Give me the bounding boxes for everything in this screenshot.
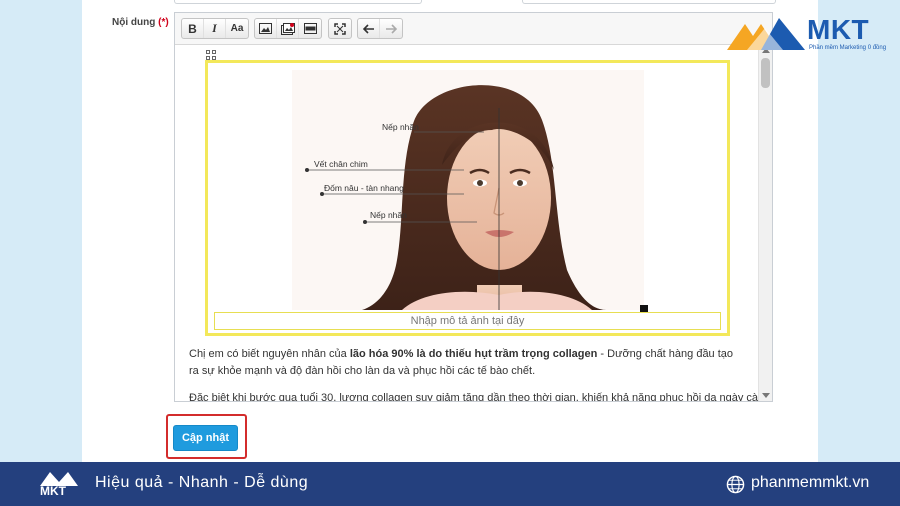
footer-banner: MKT Hiệu quả - Nhanh - Dễ dùng phanmemmk… xyxy=(0,462,900,506)
image-gallery-icon xyxy=(280,22,295,35)
mkt-logo: MKT Phần mềm Marketing 0 đồng xyxy=(725,14,890,54)
content-label-text: Nội dung xyxy=(112,17,156,28)
redo-icon xyxy=(386,23,397,34)
insert-gallery-button[interactable] xyxy=(277,19,299,38)
face-diagram-image[interactable]: Nếp nhăn Vết chân chim Đốm nâu - tàn nha… xyxy=(292,70,644,310)
fullscreen-button[interactable] xyxy=(329,19,351,38)
globe-icon xyxy=(726,475,745,494)
layout-icon xyxy=(303,23,317,34)
image-figure[interactable]: Nếp nhăn Vết chân chim Đốm nâu - tàn nha… xyxy=(205,60,730,336)
scroll-thumb[interactable] xyxy=(761,58,770,88)
footer-slogan: Hiệu quả - Nhanh - Dễ dùng xyxy=(95,474,309,491)
content-field-label: Nội dung (*) xyxy=(112,17,169,28)
insert-layout-button[interactable] xyxy=(299,19,321,38)
page-background-left xyxy=(0,0,82,462)
update-button[interactable]: Cập nhật xyxy=(173,425,238,451)
insert-image-button[interactable] xyxy=(255,19,277,38)
content-paragraph-2: Đặc biệt khi bước qua tuổi 30, lượng col… xyxy=(189,392,759,401)
face-illustration: Nếp nhăn Vết chân chim Đốm nâu - tàn nha… xyxy=(305,85,607,310)
editor-scrollbar[interactable] xyxy=(758,46,772,401)
label-crows-feet: Vết chân chim xyxy=(314,159,368,169)
scroll-down-arrow-icon[interactable] xyxy=(762,393,770,398)
fullscreen-icon xyxy=(334,22,346,35)
insert-button-group xyxy=(254,18,322,39)
mkt-logo-mark-icon xyxy=(727,18,805,50)
undo-icon xyxy=(362,23,374,34)
redo-button[interactable] xyxy=(380,19,402,38)
undo-button[interactable] xyxy=(358,19,380,38)
rich-text-editor[interactable]: B I Aa Nếp nhăn Vết chân chim Đốm nâu - … xyxy=(174,12,773,402)
logo-text: MKT xyxy=(807,14,870,45)
label-wrinkle-top: Nếp nhăn xyxy=(382,122,419,132)
page-background-right xyxy=(818,0,900,462)
logo-tagline: Phần mềm Marketing 0 đồng xyxy=(809,45,887,51)
history-button-group xyxy=(357,18,403,39)
content-paragraph-1: Chị em có biết nguyên nhân của lão hóa 9… xyxy=(189,348,734,377)
bold-button[interactable]: B xyxy=(182,19,204,38)
format-button-group: B I Aa xyxy=(181,18,249,39)
footer-logo-text: MKT xyxy=(40,484,66,498)
italic-button[interactable]: I xyxy=(204,19,226,38)
footer-website[interactable]: phanmemmkt.vn xyxy=(751,474,869,492)
editor-toolbar: B I Aa xyxy=(175,13,772,45)
image-caption-input[interactable]: Nhập mô tả ảnh tại đây xyxy=(214,312,721,330)
editor-content-area[interactable]: Nếp nhăn Vết chân chim Đốm nâu - tàn nha… xyxy=(175,46,759,401)
previous-field-input[interactable] xyxy=(174,0,422,4)
label-spots: Đốm nâu - tàn nhang xyxy=(324,183,404,193)
previous-field-input-2[interactable] xyxy=(522,0,776,4)
required-mark: (*) xyxy=(158,17,169,28)
image-icon xyxy=(259,23,272,34)
view-button-group xyxy=(328,18,352,39)
form-panel: Nội dung (*) B I Aa Nếp nhăn Vết chân ch… xyxy=(82,0,818,462)
font-size-button[interactable]: Aa xyxy=(226,19,248,38)
label-wrinkle-bottom: Nếp nhăn xyxy=(370,210,407,220)
